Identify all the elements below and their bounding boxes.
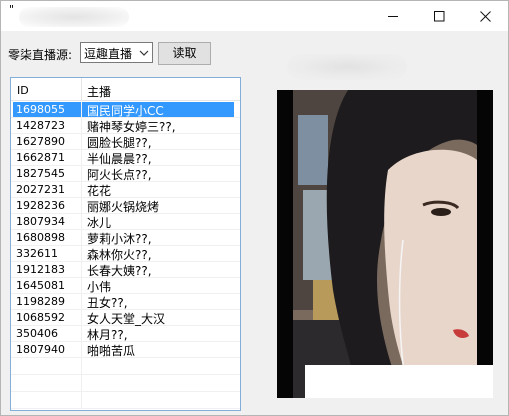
chevron-down-icon [139,50,149,56]
minimize-icon [387,15,398,17]
list-header: ID 主播 [11,78,240,101]
list-item-id: 1645081 [16,279,65,292]
list-item-id: 1807934 [16,215,65,228]
close-icon [479,10,491,22]
column-divider [81,134,82,150]
list-item-streamer: 森林你火??, [87,248,152,262]
list-item[interactable]: 1627890 圆脸长腿??, [11,134,240,150]
list-item-id: 1627890 [16,135,65,148]
list-item-id: 1827545 [16,167,65,180]
list-item[interactable]: 332611 森林你火??, [11,246,240,262]
maximize-button[interactable] [416,1,462,31]
list-item-id: 1807940 [16,343,65,356]
list-item-id: 350406 [16,327,58,340]
column-divider [81,375,82,391]
list-rows: 1698055 国民同学小CC 1428723 赌神琴女婷三??, 1627890 圆脸长… [11,102,240,409]
source-select[interactable]: 逗趣直播 [80,42,153,63]
column-divider [81,150,82,166]
column-divider [81,262,82,278]
list-item-streamer: 林月??, [87,328,128,342]
stream-preview-image [293,90,477,398]
column-divider [81,102,82,118]
column-divider [81,278,82,294]
column-divider [81,214,82,230]
list-item-streamer: 冰儿 [87,216,112,230]
source-select-value: 逗趣直播 [84,47,133,61]
list-item[interactable]: 1428723 赌神琴女婷三??, [11,118,240,134]
list-item[interactable]: 1827545 阿火长点??, [11,166,240,182]
maximize-icon [433,10,444,21]
list-item[interactable]: 1198289 丑女??, [11,294,240,310]
list-item[interactable]: 1645081 小伟 [11,278,240,294]
list-item-streamer: 丑女??, [87,296,128,310]
list-item-id: 1912183 [16,263,65,276]
list-item-streamer: 阿火长点??, [87,168,152,182]
empty-list-row [11,375,240,392]
list-item[interactable]: 2027231 花花 [11,182,240,198]
blurred-region [287,54,407,80]
column-divider [81,342,82,358]
list-item-id: 1198289 [16,295,65,308]
list-item-id: 1068592 [16,311,65,324]
video-overlay-panel [305,365,493,398]
list-item-streamer: 圆脸长腿??, [87,136,152,150]
empty-list-row [11,392,240,409]
list-item-id: 1662871 [16,151,65,164]
column-divider [81,358,82,374]
list-item-streamer: 丽娜火锅烧烤 [87,200,160,214]
column-divider [81,246,82,262]
video-player[interactable] [277,90,493,398]
column-divider [81,294,82,310]
app-window: " 零柒直播源: 逗趣直播 读取 ID 主播 1698055 国民同学小CC 1… [0,0,509,416]
list-item[interactable]: 1068592 女人天堂_大汉 [11,310,240,326]
list-item[interactable]: 350406 林月??, [11,326,240,342]
column-divider [81,326,82,342]
list-item[interactable]: 1912183 长春大姨??, [11,262,240,278]
list-item[interactable]: 1807934 冰儿 [11,214,240,230]
window-title: " [9,3,15,16]
title-bar[interactable]: " [1,1,508,31]
column-divider[interactable] [81,78,82,100]
list-item-streamer: 花花 [87,184,112,198]
column-divider [81,392,82,408]
list-item-streamer: 国民同学小CC [87,104,164,118]
list-item-streamer: 半仙晨晨??, [87,152,152,166]
list-item-id: 1928236 [16,199,65,212]
list-item-streamer: 小伟 [87,280,112,294]
streamer-list[interactable]: ID 主播 1698055 国民同学小CC 1428723 赌神琴女婷三??, 1627… [10,77,241,411]
list-item-streamer: 女人天堂_大汉 [87,312,166,326]
column-divider [81,118,82,134]
source-label: 零柒直播源: [8,48,73,62]
column-divider [81,310,82,326]
list-item-streamer: 长春大姨??, [87,264,152,278]
list-item[interactable]: 1662871 半仙晨晨??, [11,150,240,166]
list-item-id: 332611 [16,247,58,260]
column-header-streamer[interactable]: 主播 [87,83,111,100]
list-item-streamer: 赌神琴女婷三??, [87,120,176,134]
list-item[interactable]: 1698055 国民同学小CC [11,102,240,118]
list-item[interactable]: 1928236 丽娜火锅烧烤 [11,198,240,214]
column-divider [81,182,82,198]
list-item-id: 2027231 [16,183,65,196]
column-divider [81,198,82,214]
list-item[interactable]: 1680898 萝莉小沐??, [11,230,240,246]
list-item[interactable]: 1807940 啪啪苦瓜 [11,342,240,358]
list-item-id: 1698055 [16,103,65,116]
column-divider [81,230,82,246]
close-button[interactable] [462,1,508,31]
list-item-id: 1680898 [16,231,65,244]
list-item-streamer: 啪啪苦瓜 [87,344,136,358]
list-item-streamer: 萝莉小沐??, [87,232,152,246]
empty-list-row [11,358,240,375]
list-item-id: 1428723 [16,119,65,132]
video-frame [293,90,477,398]
read-button[interactable]: 读取 [158,42,211,65]
column-header-id[interactable]: ID [17,84,29,97]
blurred-title-region [19,7,129,27]
minimize-button[interactable] [370,1,416,31]
column-divider [81,166,82,182]
